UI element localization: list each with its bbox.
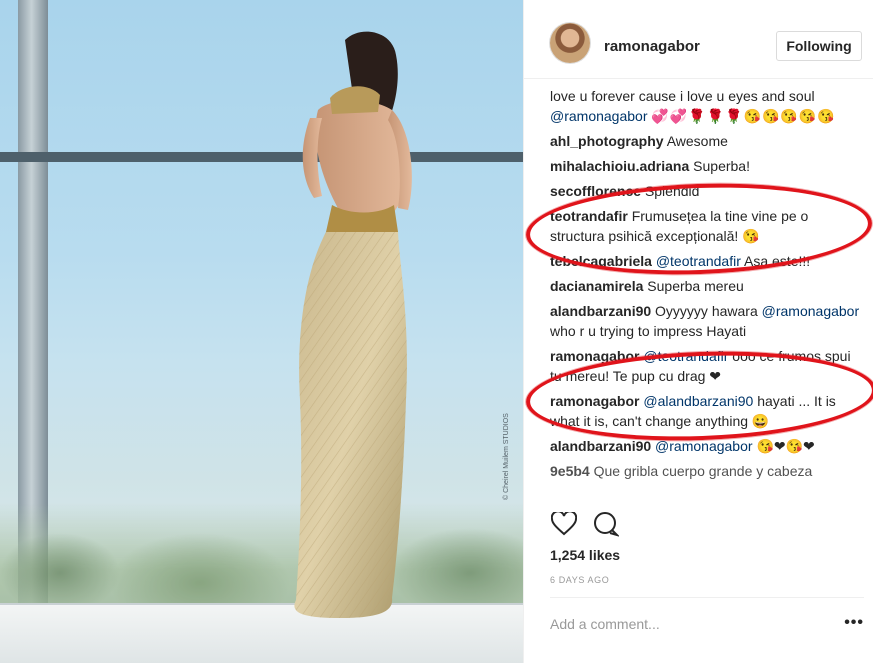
comment-mention[interactable]: @ramonagabor [762, 303, 860, 319]
comment-mention[interactable]: @ramonagabor [550, 108, 648, 124]
post-timestamp[interactable]: 6 DAYS AGO [550, 575, 609, 585]
comment-username[interactable]: mihalachioiu.adriana [550, 158, 689, 174]
post-side-panel: ramonagabor Following love u forever cau… [523, 0, 873, 663]
comment-text: Oyyyyyy hawara [655, 303, 762, 319]
heart-icon[interactable] [550, 510, 578, 538]
comment-username[interactable]: 9e5b4 [550, 463, 590, 479]
comment-item: ahl_photography Awesome [550, 131, 864, 151]
following-button[interactable]: Following [776, 31, 862, 61]
likes-count[interactable]: 1,254 likes [550, 547, 620, 563]
comment-username[interactable]: ahl_photography [550, 133, 664, 149]
comment-emoji: 💞💞🌹🌹🌹😘😘😘😘😘 [651, 108, 836, 124]
comment-icon[interactable] [592, 510, 620, 538]
add-comment-row: Add a comment... ••• [550, 597, 864, 648]
author-username[interactable]: ramonagabor [604, 38, 700, 55]
add-comment-input[interactable]: Add a comment... [550, 616, 660, 632]
comment-username[interactable]: dacianamirela [550, 278, 643, 294]
comment-mention[interactable]: @ramonagabor [655, 438, 753, 454]
comment-item: mihalachioiu.adriana Superba! [550, 156, 864, 176]
post-actions [550, 510, 620, 540]
comment-item: 9e5b4 Que gribla cuerpo grande y cabeza [550, 461, 864, 481]
comment-text: Que gribla cuerpo grande y cabeza [593, 463, 813, 479]
comment-item: love u forever cause i love u eyes and s… [550, 86, 864, 126]
avatar[interactable] [550, 23, 590, 63]
post-photo[interactable]: © Cheirel Muilem STUDIOS [0, 0, 523, 663]
comment-text: 😘❤😘❤ [756, 438, 815, 454]
model-figure [294, 31, 412, 618]
comment-item: dacianamirela Superba mereu [550, 276, 864, 296]
comment-username[interactable]: alandbarzani90 [550, 438, 651, 454]
comment-text: Superba! [693, 158, 750, 174]
comment-item: alandbarzani90 Oyyyyyy hawara @ramonagab… [550, 301, 864, 341]
post-header: ramonagabor Following [524, 0, 873, 79]
comment-text: who r u trying to impress Hayati [550, 323, 747, 339]
comment-username[interactable]: alandbarzani90 [550, 303, 651, 319]
ellipsis-icon[interactable]: ••• [844, 614, 864, 632]
comment-text: love u forever cause i love u eyes and s… [550, 88, 815, 104]
comment-text: Superba mereu [647, 278, 744, 294]
comment-text: Awesome [666, 133, 728, 149]
photo-credit: © Cheirel Muilem STUDIOS [503, 413, 510, 500]
